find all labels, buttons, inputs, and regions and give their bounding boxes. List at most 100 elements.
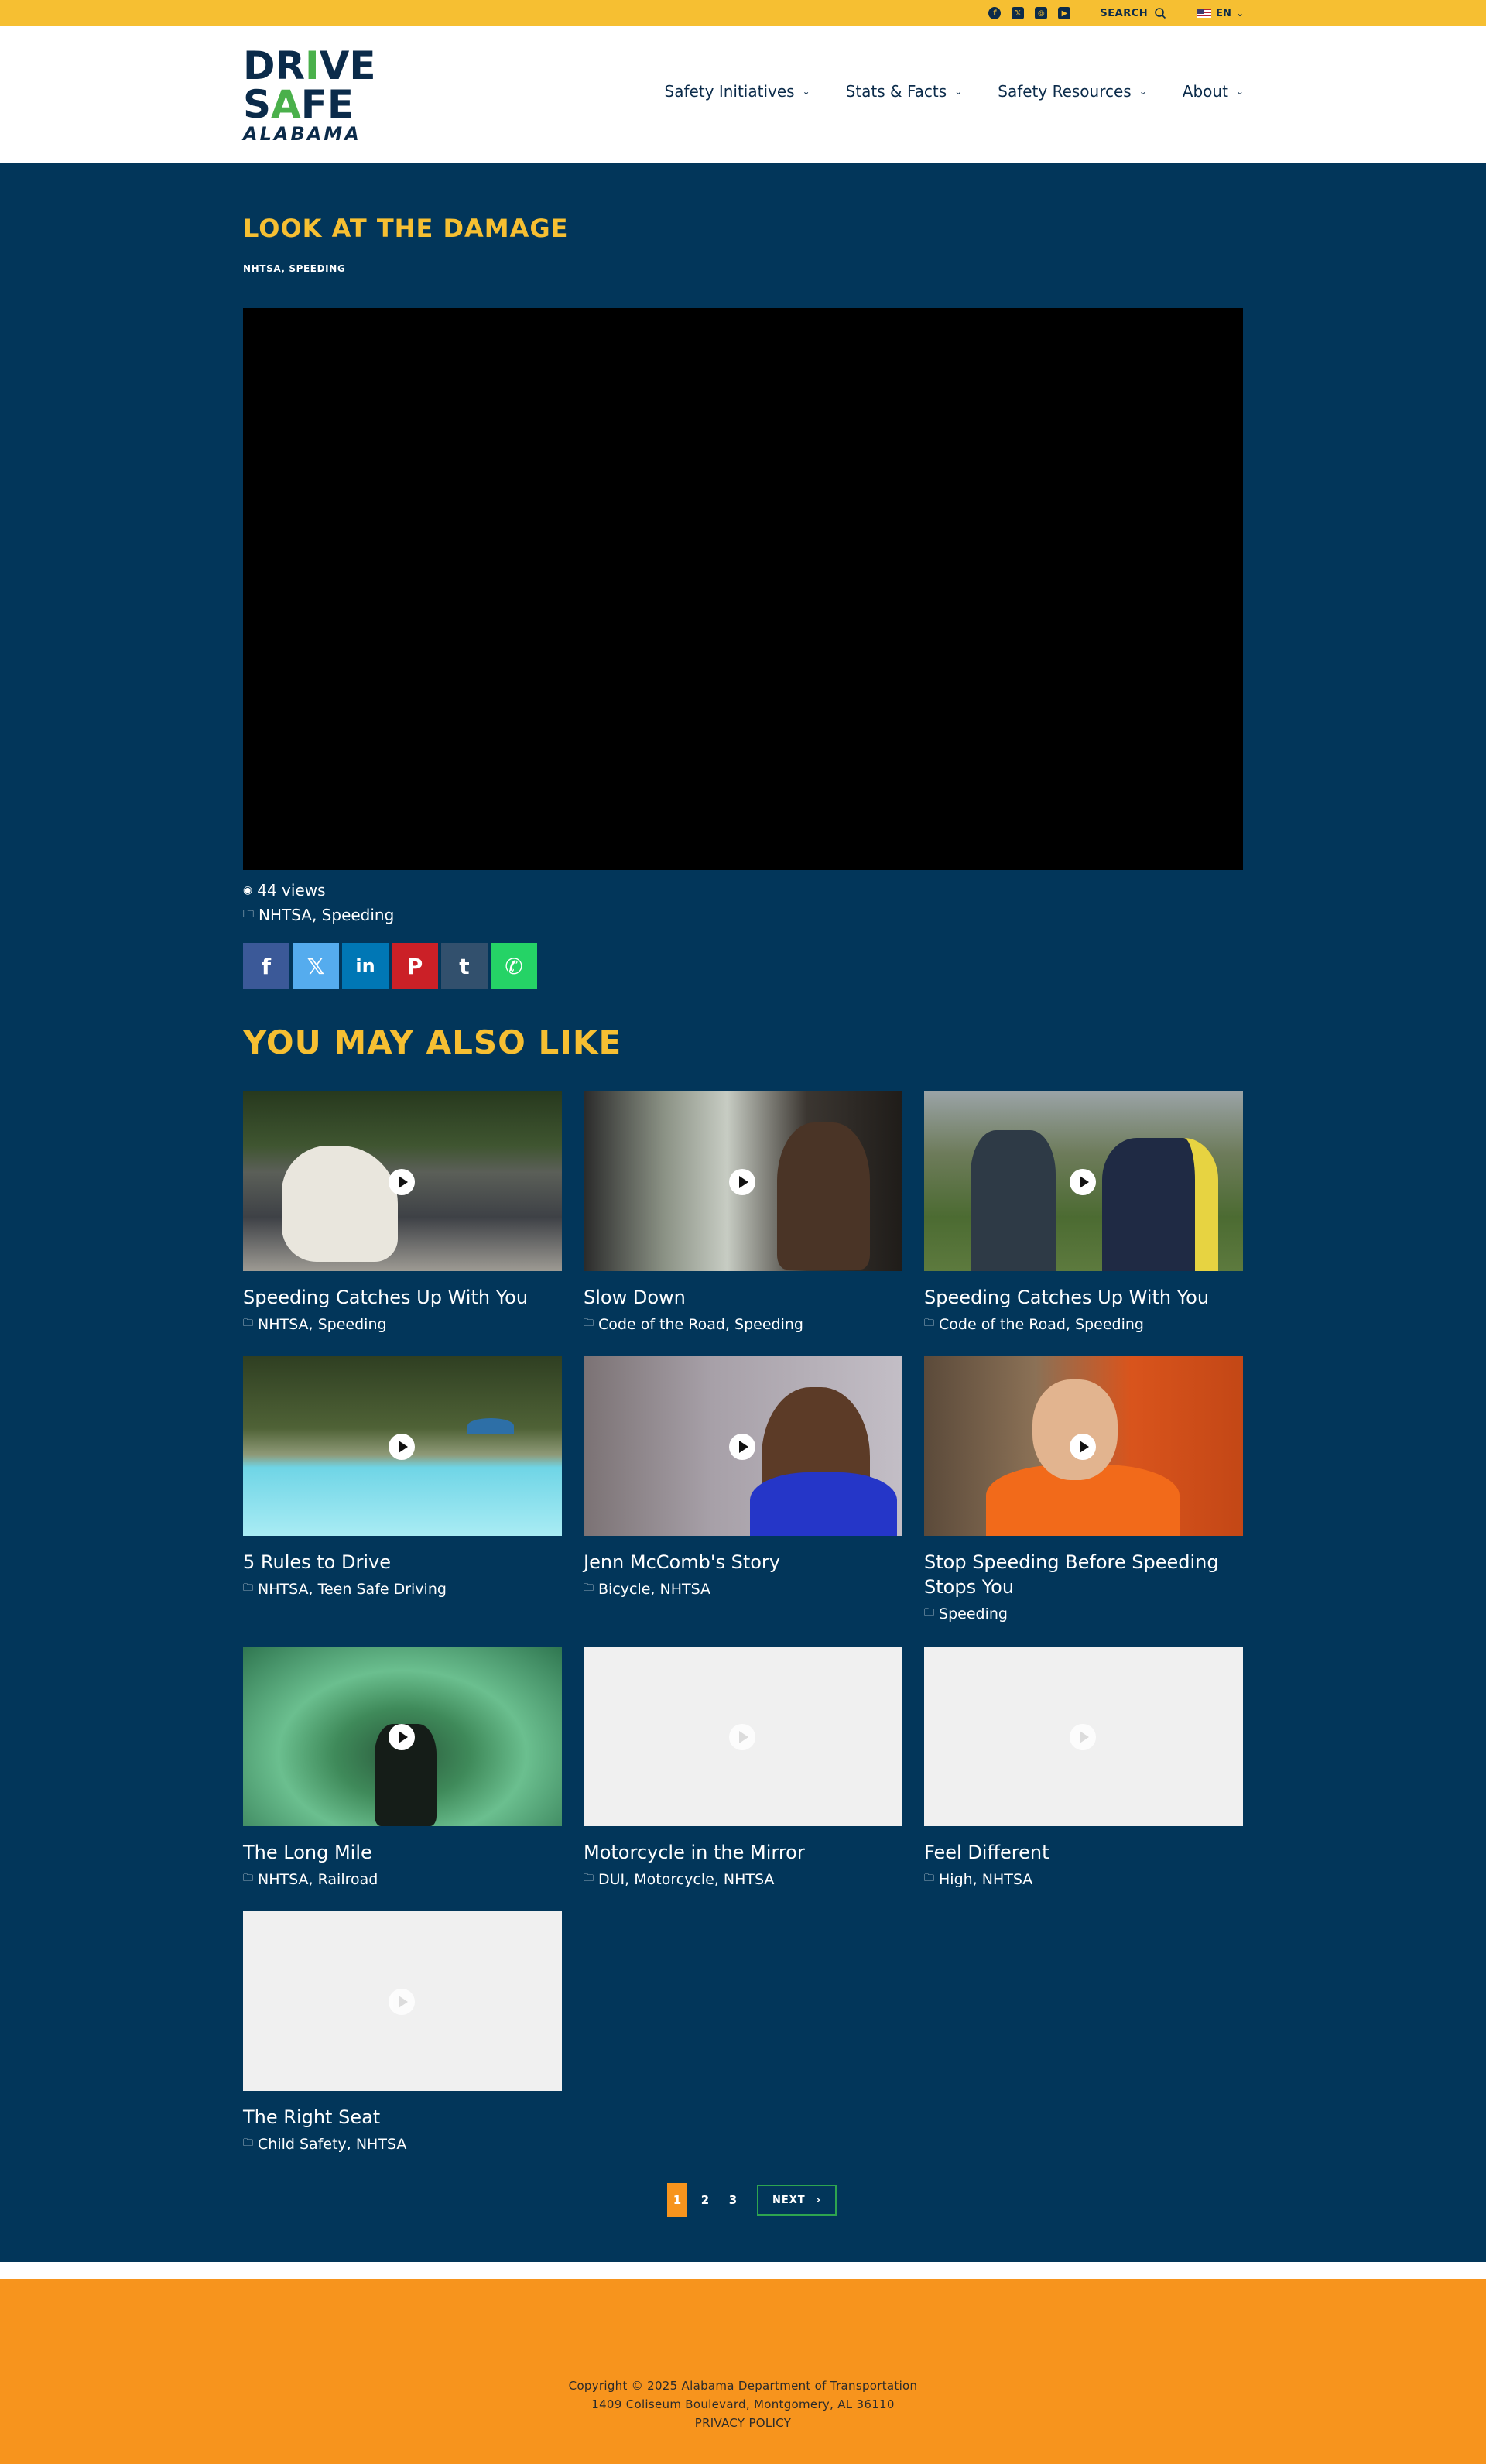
chevron-down-icon: ⌄ [802, 86, 810, 97]
category-links[interactable]: Speeding [939, 1606, 1008, 1623]
folder-icon: 🗀 [243, 1318, 254, 1329]
tumblr-share-button[interactable]: t [441, 943, 488, 989]
video-thumbnail[interactable] [584, 1356, 902, 1536]
category-links[interactable]: NHTSA, Teen Safe Driving [258, 1581, 447, 1598]
nav-label: Safety Resources [998, 82, 1132, 101]
folder-icon: 🗀 [584, 1582, 594, 1594]
play-icon [729, 1169, 755, 1195]
privacy-policy-link[interactable]: PRIVACY POLICY [0, 2414, 1486, 2432]
main-content: LOOK AT THE DAMAGE NHTSA, SPEEDING ◉ 44 … [0, 163, 1486, 2262]
search-toggle[interactable]: SEARCH [1100, 7, 1166, 19]
related-card[interactable]: Jenn McComb's Story 🗀 Bicycle, NHTSA [584, 1356, 902, 1598]
utility-bar: f 𝕏 ◎ ▶ SEARCH EN ⌄ [0, 0, 1486, 26]
card-categories: 🗀 High, NHTSA [924, 1871, 1243, 1888]
site-logo[interactable]: DRIVE SAFE ALABAMA [243, 46, 384, 144]
play-icon [1070, 1434, 1096, 1460]
video-thumbnail[interactable] [243, 1356, 562, 1536]
folder-icon: 🗀 [243, 2137, 254, 2149]
nav-safety-resources[interactable]: Safety Resources ⌄ [998, 82, 1147, 101]
facebook-share-button[interactable]: f [243, 943, 289, 989]
x-share-button[interactable]: 𝕏 [293, 943, 339, 989]
card-categories: 🗀 Bicycle, NHTSA [584, 1581, 902, 1598]
video-thumbnail[interactable] [584, 1091, 902, 1271]
play-icon [389, 1434, 415, 1460]
folder-icon: 🗀 [924, 1318, 935, 1329]
card-title[interactable]: Stop Speeding Before Speeding Stops You [924, 1550, 1243, 1599]
folder-icon: 🗀 [924, 1607, 935, 1619]
instagram-icon[interactable]: ◎ [1035, 7, 1048, 19]
card-title[interactable]: Slow Down [584, 1285, 902, 1310]
nav-stats-facts[interactable]: Stats & Facts ⌄ [846, 82, 963, 101]
play-icon [1070, 1169, 1096, 1195]
video-thumbnail[interactable] [584, 1647, 902, 1826]
category-links[interactable]: Code of the Road, Speeding [598, 1316, 803, 1333]
related-card[interactable]: Motorcycle in the Mirror 🗀 DUI, Motorcycl… [584, 1647, 902, 1888]
whatsapp-share-button[interactable]: ✆ [491, 943, 537, 989]
card-title[interactable]: Speeding Catches Up With You [243, 1285, 562, 1310]
related-card[interactable]: Feel Different 🗀 High, NHTSA [924, 1647, 1243, 1888]
post-tags[interactable]: NHTSA, SPEEDING [243, 263, 345, 274]
card-title[interactable]: Speeding Catches Up With You [924, 1285, 1243, 1310]
card-title[interactable]: Jenn McComb's Story [584, 1550, 902, 1575]
card-categories: 🗀 Speeding [924, 1606, 1243, 1623]
card-title[interactable]: 5 Rules to Drive [243, 1550, 562, 1575]
utility-links: f 𝕏 ◎ ▶ SEARCH EN ⌄ [988, 0, 1244, 26]
page-3-link[interactable]: 3 [723, 2183, 743, 2217]
related-card[interactable]: 5 Rules to Drive 🗀 NHTSA, Teen Safe Drivi… [243, 1356, 562, 1598]
search-label: SEARCH [1100, 7, 1149, 19]
us-flag-icon [1197, 9, 1212, 18]
folder-icon: 🗀 [924, 1873, 935, 1884]
nav-about[interactable]: About ⌄ [1183, 82, 1244, 101]
facebook-icon[interactable]: f [988, 7, 1002, 19]
video-thumbnail[interactable] [243, 1647, 562, 1826]
video-thumbnail[interactable] [924, 1647, 1243, 1826]
page-2-link[interactable]: 2 [695, 2183, 715, 2217]
copyright-text: Copyright © 2025 Alabama Department of T… [568, 2379, 918, 2393]
category-links[interactable]: NHTSA, Speeding [258, 1316, 387, 1333]
nav-label: About [1182, 82, 1228, 101]
card-title[interactable]: Motorcycle in the Mirror [584, 1840, 902, 1865]
category-links[interactable]: NHTSA, Speeding [259, 906, 394, 924]
category-links[interactable]: Code of the Road, Speeding [939, 1316, 1144, 1333]
related-card[interactable]: The Long Mile 🗀 NHTSA, Railroad [243, 1647, 562, 1888]
search-icon [1155, 8, 1166, 19]
youtube-icon[interactable]: ▶ [1058, 7, 1071, 19]
logo-line-1: DRIVE [243, 46, 384, 85]
x-icon[interactable]: 𝕏 [1012, 7, 1025, 19]
play-icon [389, 1989, 415, 2015]
language-selector[interactable]: EN ⌄ [1197, 8, 1244, 19]
chevron-down-icon: ⌄ [1138, 86, 1147, 97]
category-links[interactable]: Child Safety, NHTSA [258, 2136, 406, 2153]
play-icon [389, 1169, 415, 1195]
folder-icon: 🗀 [584, 1318, 594, 1329]
nav-safety-initiatives[interactable]: Safety Initiatives ⌄ [665, 82, 810, 101]
related-card[interactable]: Speeding Catches Up With You 🗀 NHTSA, Spe… [243, 1091, 562, 1333]
card-title[interactable]: The Long Mile [243, 1840, 562, 1865]
video-thumbnail[interactable] [924, 1091, 1243, 1271]
video-thumbnail[interactable] [924, 1356, 1243, 1536]
card-title[interactable]: Feel Different [924, 1840, 1243, 1865]
card-categories: 🗀 NHTSA, Speeding [243, 1316, 562, 1333]
next-page-button[interactable]: NEXT › [757, 2185, 837, 2216]
video-thumbnail[interactable] [243, 1911, 562, 2091]
related-card[interactable]: Speeding Catches Up With You 🗀 Code of th… [924, 1091, 1243, 1333]
card-title[interactable]: The Right Seat [243, 2105, 562, 2130]
page-1-link[interactable]: 1 [667, 2183, 687, 2217]
category-links[interactable]: NHTSA, Railroad [258, 1871, 378, 1888]
category-links[interactable]: High, NHTSA [939, 1871, 1032, 1888]
category-links[interactable]: DUI, Motorcycle, NHTSA [598, 1871, 774, 1888]
video-player[interactable] [243, 308, 1243, 870]
related-card[interactable]: Slow Down 🗀 Code of the Road, Speeding [584, 1091, 902, 1333]
linkedin-share-button[interactable]: in [342, 943, 389, 989]
folder-icon: 🗀 [243, 1582, 254, 1594]
logo-text: FE [300, 82, 354, 127]
logo-line-2: SAFE [243, 85, 384, 124]
related-card[interactable]: The Right Seat 🗀 Child Safety, NHTSA [243, 1911, 562, 2153]
pinterest-share-button[interactable]: P [392, 943, 438, 989]
page-title: LOOK AT THE DAMAGE [243, 214, 569, 243]
card-categories: 🗀 NHTSA, Teen Safe Driving [243, 1581, 562, 1598]
share-buttons: f 𝕏 in P t ✆ [243, 943, 537, 989]
video-thumbnail[interactable] [243, 1091, 562, 1271]
related-card[interactable]: Stop Speeding Before Speeding Stops You … [924, 1356, 1243, 1623]
category-links[interactable]: Bicycle, NHTSA [598, 1581, 710, 1598]
